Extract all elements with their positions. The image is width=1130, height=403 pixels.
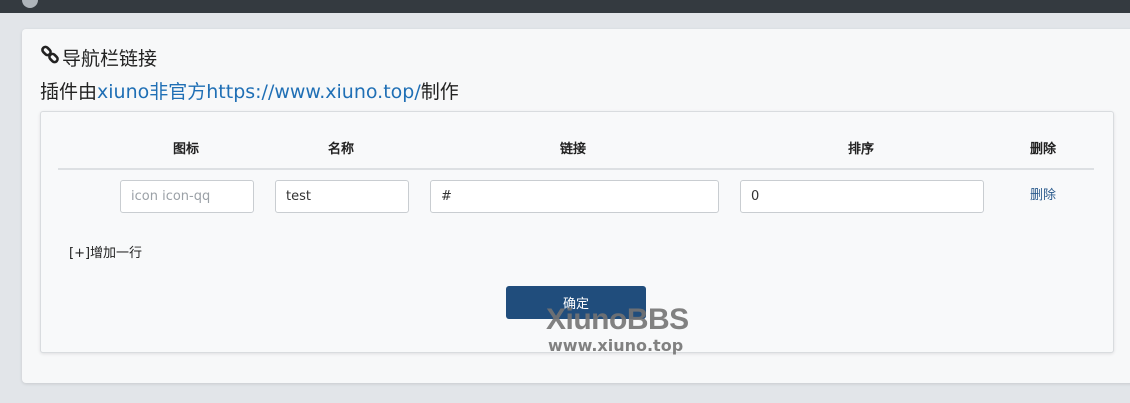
table-header-divider bbox=[58, 168, 1094, 170]
delete-row-link[interactable]: 删除 bbox=[1030, 186, 1056, 206]
link-input[interactable] bbox=[430, 180, 719, 213]
link-icon bbox=[40, 45, 62, 73]
icon-input[interactable] bbox=[120, 180, 254, 213]
credit-url-link[interactable]: https://www.xiuno.top/ bbox=[206, 81, 421, 103]
column-header-link: 链接 bbox=[560, 142, 587, 157]
watermark-title: XiunoBBS bbox=[546, 303, 689, 336]
order-input[interactable] bbox=[740, 180, 984, 213]
credit-prefix: 插件由 bbox=[40, 81, 98, 103]
name-input[interactable] bbox=[275, 180, 409, 213]
column-header-order: 排序 bbox=[848, 142, 875, 157]
page-title: 导航栏链接 bbox=[40, 45, 157, 73]
credit-author-link[interactable]: xiuno非官方 bbox=[97, 81, 206, 103]
top-navbar bbox=[0, 0, 1130, 13]
page-title-text: 导航栏链接 bbox=[62, 48, 158, 70]
watermark-url: www.xiuno.top bbox=[548, 336, 684, 355]
credit-suffix: 制作 bbox=[420, 81, 459, 103]
add-row-button[interactable]: [+]增加一行 bbox=[69, 245, 142, 263]
column-header-name: 名称 bbox=[328, 142, 355, 157]
column-header-delete: 删除 bbox=[1030, 142, 1057, 157]
plugin-credit: 插件由xiuno非官方https://www.xiuno.top/制作 bbox=[40, 78, 459, 106]
avatar[interactable] bbox=[22, 0, 38, 8]
column-header-icon: 图标 bbox=[173, 142, 200, 157]
